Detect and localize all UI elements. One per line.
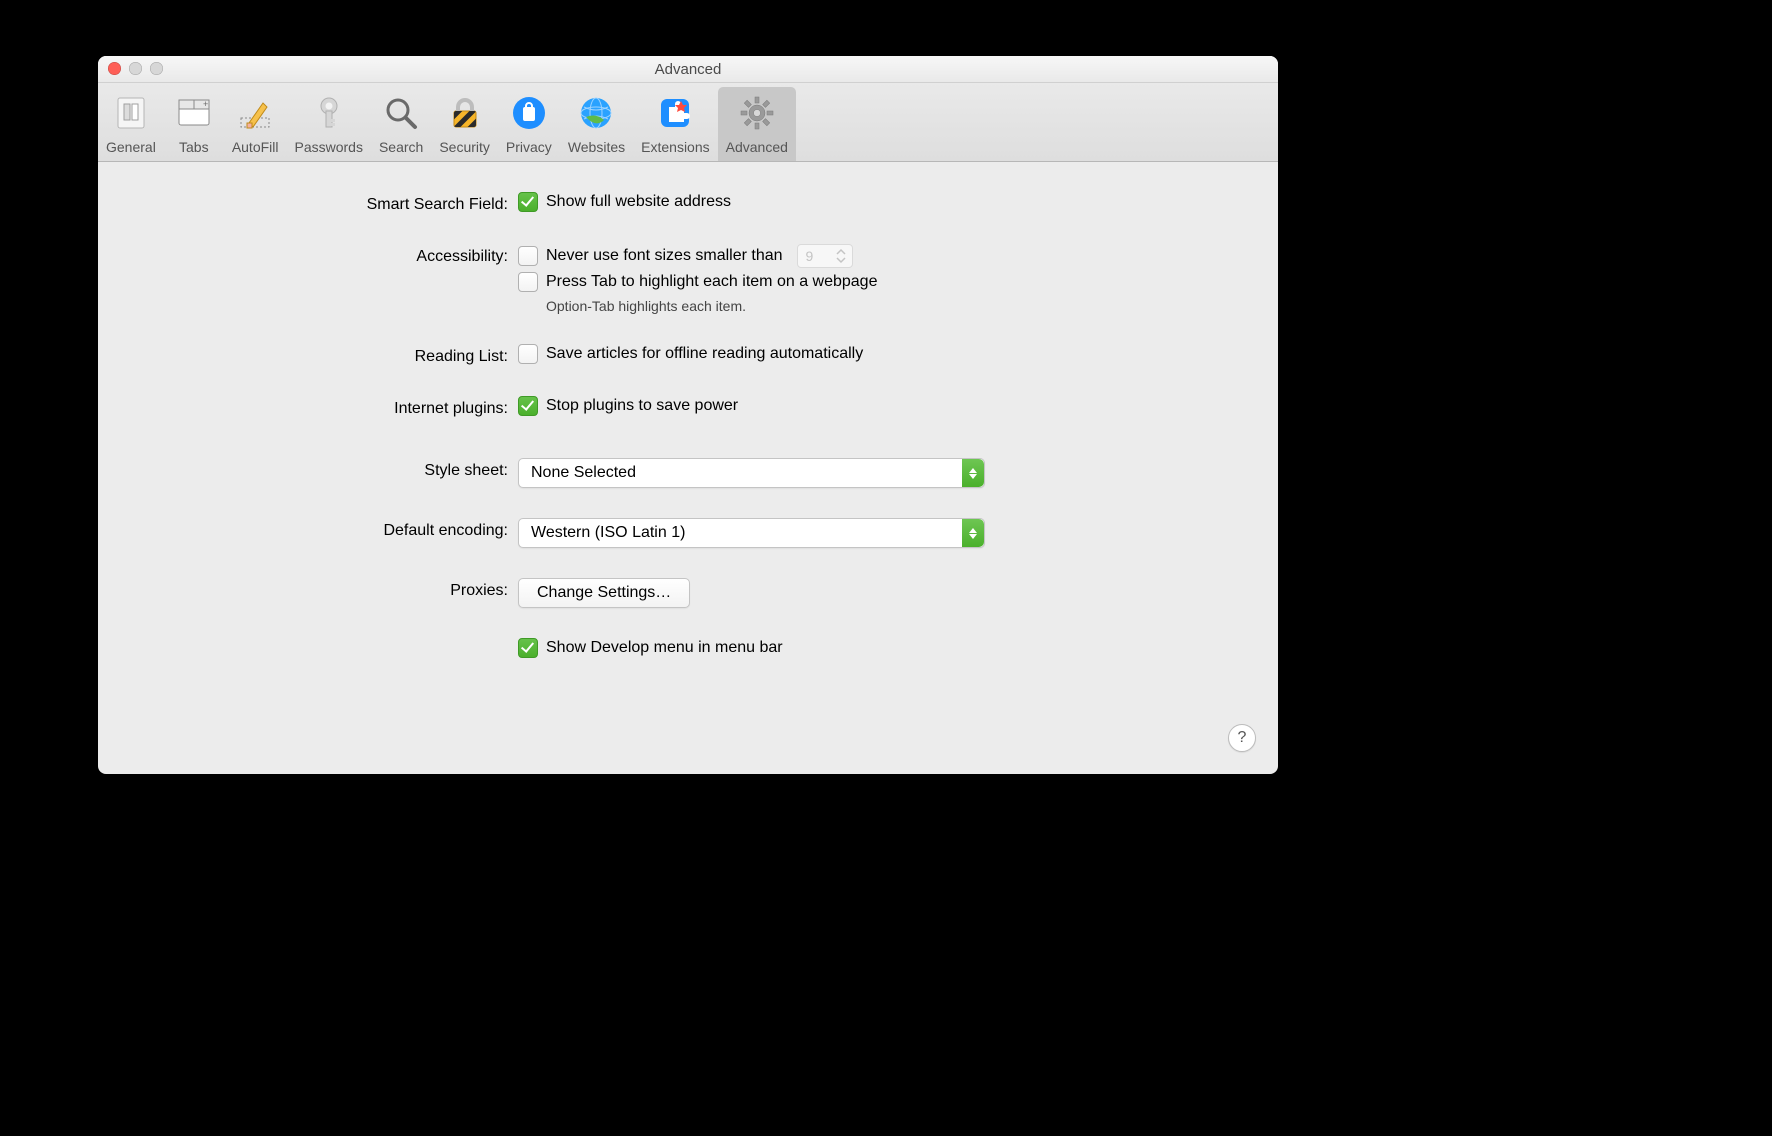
websites-icon <box>574 91 618 135</box>
tab-websites[interactable]: Websites <box>560 87 633 161</box>
passwords-icon <box>307 91 351 135</box>
chevron-up-down-icon <box>834 247 850 265</box>
change-settings-label: Change Settings… <box>537 584 671 602</box>
privacy-icon <box>507 91 551 135</box>
default-encoding-label: Default encoding: <box>138 518 518 540</box>
style-sheet-label: Style sheet: <box>138 458 518 480</box>
min-font-label: Never use font sizes smaller than <box>546 247 783 265</box>
tab-label: Advanced <box>726 139 788 155</box>
style-sheet-value: None Selected <box>531 464 636 482</box>
tab-label: Tabs <box>172 139 216 155</box>
style-sheet-popup[interactable]: None Selected <box>518 458 985 488</box>
show-full-address-label: Show full website address <box>546 193 731 211</box>
tabs-icon: + <box>172 91 216 135</box>
show-full-address-checkbox[interactable] <box>518 192 538 212</box>
show-develop-menu-label: Show Develop menu in menu bar <box>546 639 783 657</box>
search-icon <box>379 91 423 135</box>
save-offline-checkbox[interactable] <box>518 344 538 364</box>
autofill-icon <box>233 91 277 135</box>
general-icon <box>109 91 153 135</box>
tab-privacy[interactable]: Privacy <box>498 87 560 161</box>
help-button[interactable]: ? <box>1228 724 1256 752</box>
preferences-toolbar: General + Tabs AutoFill <box>98 83 1278 162</box>
tab-label: AutoFill <box>232 139 279 155</box>
default-encoding-value: Western (ISO Latin 1) <box>531 524 685 542</box>
default-encoding-popup[interactable]: Western (ISO Latin 1) <box>518 518 985 548</box>
tab-advanced[interactable]: Advanced <box>718 87 796 161</box>
tab-autofill[interactable]: AutoFill <box>224 87 287 161</box>
security-icon <box>443 91 487 135</box>
stop-plugins-checkbox[interactable] <box>518 396 538 416</box>
save-offline-label: Save articles for offline reading automa… <box>546 345 863 363</box>
tab-extensions[interactable]: Extensions <box>633 87 717 161</box>
minimize-window-button[interactable] <box>129 62 142 75</box>
chevron-up-down-icon <box>962 519 984 547</box>
tab-search[interactable]: Search <box>371 87 431 161</box>
press-tab-hint: Option-Tab highlights each item. <box>546 298 877 314</box>
change-settings-button[interactable]: Change Settings… <box>518 578 690 608</box>
window-controls <box>108 62 163 75</box>
extensions-icon <box>653 91 697 135</box>
min-font-size-value: 9 <box>806 248 814 264</box>
press-tab-label: Press Tab to highlight each item on a we… <box>546 273 877 291</box>
window-title: Advanced <box>98 61 1278 78</box>
svg-text:+: + <box>203 99 208 109</box>
tab-label: Security <box>439 139 490 155</box>
smart-search-label: Smart Search Field: <box>138 192 518 214</box>
min-font-size-stepper[interactable]: 9 <box>797 244 853 268</box>
press-tab-checkbox[interactable] <box>518 272 538 292</box>
tab-label: Privacy <box>506 139 552 155</box>
chevron-up-down-icon <box>962 459 984 487</box>
titlebar: Advanced <box>98 56 1278 83</box>
tab-tabs[interactable]: + Tabs <box>164 87 224 161</box>
advanced-pane: Smart Search Field: Show full website ad… <box>98 162 1278 774</box>
min-font-checkbox[interactable] <box>518 246 538 266</box>
proxies-label: Proxies: <box>138 578 518 600</box>
tab-security[interactable]: Security <box>431 87 498 161</box>
tab-label: Search <box>379 139 423 155</box>
tab-label: General <box>106 139 156 155</box>
reading-list-label: Reading List: <box>138 344 518 366</box>
internet-plugins-label: Internet plugins: <box>138 396 518 418</box>
tab-label: Websites <box>568 139 625 155</box>
tab-passwords[interactable]: Passwords <box>287 87 371 161</box>
advanced-icon <box>735 91 779 135</box>
tab-label: Passwords <box>295 139 363 155</box>
preferences-window: Advanced General + Ta <box>98 56 1278 774</box>
tab-general[interactable]: General <box>98 87 164 161</box>
zoom-window-button[interactable] <box>150 62 163 75</box>
stop-plugins-label: Stop plugins to save power <box>546 397 738 415</box>
show-develop-menu-checkbox[interactable] <box>518 638 538 658</box>
accessibility-label: Accessibility: <box>138 244 518 266</box>
help-icon: ? <box>1238 729 1247 747</box>
close-window-button[interactable] <box>108 62 121 75</box>
tab-label: Extensions <box>641 139 709 155</box>
